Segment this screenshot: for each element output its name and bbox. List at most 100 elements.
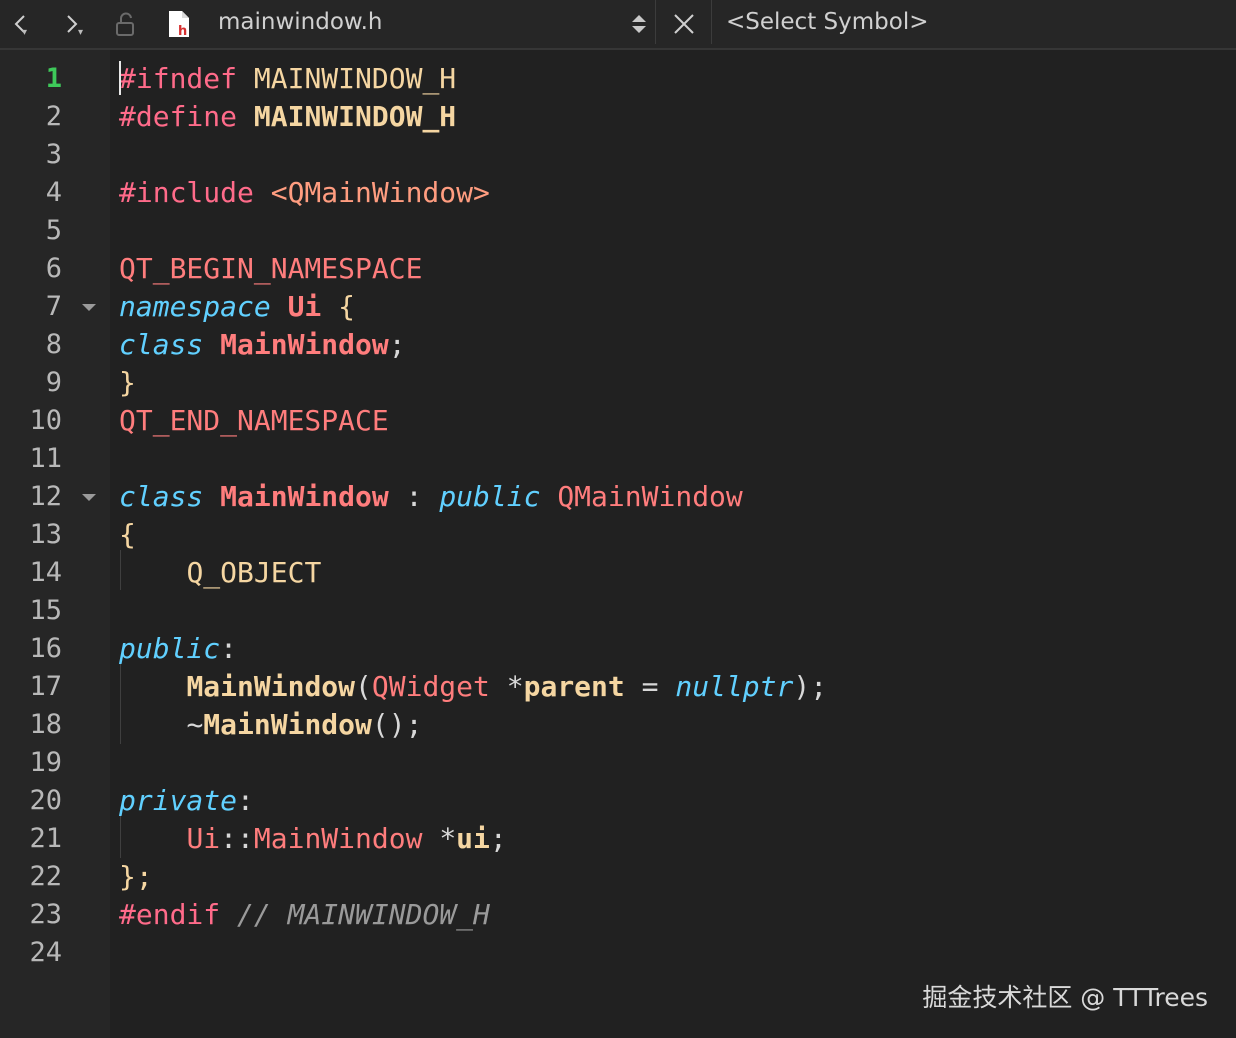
- code-line: };: [119, 858, 153, 896]
- forward-dropdown-icon[interactable]: ▾: [78, 27, 83, 38]
- line-number[interactable]: 21: [0, 820, 62, 858]
- line-number[interactable]: 13: [0, 516, 62, 554]
- symbol-selector[interactable]: <Select Symbol>: [726, 0, 929, 44]
- preprocessor-token: #define: [119, 100, 238, 133]
- operator-token: *: [506, 670, 524, 703]
- macro-token: QT_BEGIN_NAMESPACE: [119, 252, 423, 285]
- line-number[interactable]: 20: [0, 782, 62, 820]
- line-number[interactable]: 5: [0, 212, 62, 250]
- line-number[interactable]: 10: [0, 402, 62, 440]
- forward-button[interactable]: ▾: [52, 0, 92, 48]
- line-number[interactable]: 9: [0, 364, 62, 402]
- line-number[interactable]: 12: [0, 478, 62, 516]
- watermark: 掘金技术社区 @ TTTrees: [922, 983, 1208, 1012]
- include-path-token: <QMainWindow>: [270, 176, 490, 209]
- comment-token: // MAINWINDOW_H: [237, 898, 490, 931]
- code-line: MainWindow(QWidget *parent = nullptr);: [119, 668, 827, 706]
- line-number[interactable]: 16: [0, 630, 62, 668]
- brace-token: {: [338, 290, 356, 323]
- code-line: #endif // MAINWINDOW_H: [119, 896, 490, 934]
- code-line: ~MainWindow();: [119, 706, 422, 744]
- keyword-token: private: [119, 784, 238, 817]
- base-class-token: QMainWindow: [557, 480, 743, 513]
- macro-token: QT_END_NAMESPACE: [119, 404, 389, 437]
- code-line: Ui::MainWindow *ui;: [119, 820, 507, 858]
- file-switcher-button[interactable]: [624, 0, 654, 48]
- line-number[interactable]: 2: [0, 98, 62, 136]
- line-number[interactable]: 11: [0, 440, 62, 478]
- brace-token: }: [119, 366, 136, 399]
- preprocessor-token: #include: [119, 176, 254, 209]
- keyword-token: public: [439, 480, 541, 513]
- code-line: {: [119, 516, 136, 554]
- line-number[interactable]: 15: [0, 592, 62, 630]
- code-line: QT_END_NAMESPACE: [119, 402, 389, 440]
- line-number[interactable]: 7: [0, 288, 62, 326]
- code-line: #ifndef MAINWINDOW_H: [119, 60, 456, 98]
- punctuation-token: (: [355, 670, 372, 703]
- macro-token: Q_OBJECT: [186, 556, 322, 589]
- close-icon: [674, 14, 694, 34]
- code-line: namespace Ui {: [119, 288, 355, 326]
- keyword-token: public: [119, 632, 221, 665]
- macro-token: MAINWINDOW_H: [253, 100, 457, 133]
- back-button[interactable]: ▾: [0, 0, 40, 48]
- line-number[interactable]: 23: [0, 896, 62, 934]
- operator-token: ::: [220, 822, 254, 855]
- line-number[interactable]: 19: [0, 744, 62, 782]
- line-number[interactable]: 1: [0, 60, 62, 98]
- code-editor[interactable]: #ifndef MAINWINDOW_H #define MAINWINDOW_…: [110, 50, 1236, 1038]
- code-line: #include <QMainWindow>: [119, 174, 490, 212]
- lock-button[interactable]: [108, 0, 142, 48]
- header-file-icon: h: [164, 0, 194, 48]
- parameter-token: parent: [523, 670, 625, 703]
- keyword-token: class: [119, 328, 204, 361]
- macro-token: MAINWINDOW_H: [253, 62, 457, 95]
- brace-token: {: [119, 518, 136, 551]
- lock-icon: [116, 12, 134, 36]
- fold-toggle-icon[interactable]: [82, 304, 96, 311]
- punctuation-token: ;: [489, 822, 507, 855]
- line-number[interactable]: 22: [0, 858, 62, 896]
- line-number[interactable]: 17: [0, 668, 62, 706]
- namespace-token: Ui: [287, 290, 322, 323]
- preprocessor-token: #ifndef: [119, 62, 238, 95]
- code-line: QT_BEGIN_NAMESPACE: [119, 250, 422, 288]
- line-number[interactable]: 4: [0, 174, 62, 212]
- code-line: #define MAINWINDOW_H: [119, 98, 456, 136]
- line-number[interactable]: 18: [0, 706, 62, 744]
- code-line: private:: [119, 782, 254, 820]
- back-dropdown-icon[interactable]: ▾: [22, 27, 27, 38]
- line-number[interactable]: 8: [0, 326, 62, 364]
- fold-toggle-icon[interactable]: [82, 494, 96, 501]
- line-number[interactable]: 24: [0, 934, 62, 972]
- code-line: class MainWindow;: [119, 326, 406, 364]
- toolbar-divider: [655, 0, 656, 44]
- preprocessor-token: #endif: [119, 898, 221, 931]
- punctuation-token: :: [237, 784, 254, 817]
- file-name[interactable]: mainwindow.h: [218, 0, 383, 44]
- code-line: public:: [119, 630, 237, 668]
- namespace-token: Ui: [186, 822, 221, 855]
- close-file-button[interactable]: [666, 0, 702, 48]
- member-variable-token: ui: [456, 822, 490, 855]
- punctuation-token: ;: [388, 328, 406, 361]
- function-token: MainWindow: [186, 670, 356, 703]
- type-token: QWidget: [371, 670, 490, 703]
- punctuation-token: );: [793, 670, 828, 703]
- brace-token: };: [119, 860, 153, 893]
- punctuation-token: ();: [371, 708, 423, 741]
- sort-arrows-icon: [632, 15, 646, 33]
- code-line: }: [119, 364, 136, 402]
- class-name-token: MainWindow: [220, 328, 389, 361]
- line-number[interactable]: 3: [0, 136, 62, 174]
- line-number[interactable]: 14: [0, 554, 62, 592]
- operator-token: =: [641, 670, 659, 703]
- line-number-gutter: 1 2 3 4 5 6 7 8 9 10 11 12 13 14 15 16 1…: [0, 50, 110, 1038]
- punctuation-token: :: [220, 632, 238, 665]
- toolbar-divider: [711, 0, 712, 44]
- operator-token: ~: [186, 708, 204, 741]
- punctuation-token: :: [405, 480, 423, 513]
- text-cursor: [119, 61, 121, 95]
- line-number[interactable]: 6: [0, 250, 62, 288]
